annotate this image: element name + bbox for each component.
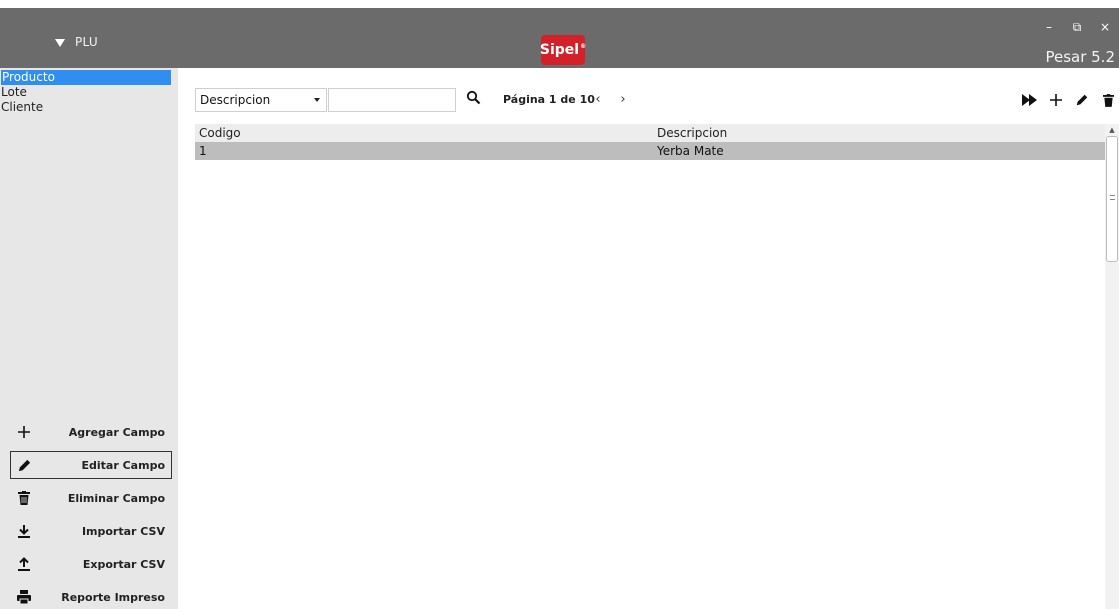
search-field-value: Descripcion [200, 93, 271, 107]
column-header-codigo[interactable]: Codigo [195, 124, 653, 142]
action-list: Agregar Campo Editar Campo Eliminar Camp… [10, 418, 172, 609]
export-csv-label: Exportar CSV [82, 557, 165, 571]
print-report-label: Reporte Impreso [61, 590, 165, 604]
sidebar-item-cliente[interactable]: Cliente [0, 100, 178, 115]
pencil-icon [15, 456, 33, 474]
sidebar-item-lote[interactable]: Lote [0, 85, 178, 100]
search-input[interactable] [328, 88, 456, 112]
printer-icon [15, 588, 33, 606]
edit-record-icon[interactable] [1074, 91, 1090, 109]
import-csv-button[interactable]: Importar CSV [10, 517, 172, 545]
delete-field-button[interactable]: Eliminar Campo [10, 484, 172, 512]
import-csv-label: Importar CSV [81, 524, 165, 538]
plus-icon [15, 423, 33, 441]
window-controls: – ⧉ × [1035, 18, 1119, 36]
chevron-down-icon [314, 98, 320, 102]
cell-codigo: 1 [199, 144, 207, 158]
download-icon [15, 522, 33, 540]
cell-descripcion: Yerba Mate [657, 144, 724, 158]
app-window: PLU Sipel ® – ⧉ × Pesar 5.2 Producto Lote… [0, 0, 1119, 609]
sipel-logo: Sipel ® [539, 35, 587, 65]
table-header: Codigo Descripcion [195, 124, 1105, 142]
minimize-button[interactable]: – [1035, 18, 1063, 36]
add-record-icon[interactable] [1048, 91, 1064, 109]
next-page-button[interactable]: › [617, 91, 629, 107]
delete-record-icon[interactable] [1100, 91, 1116, 109]
search-field-select[interactable]: Descripcion [195, 88, 327, 112]
title-bar: PLU Sipel ® – ⧉ × Pesar 5.2 [0, 0, 1119, 68]
records-table: Codigo Descripcion 1 Yerba Mate [195, 124, 1105, 160]
delete-field-label: Eliminar Campo [67, 491, 165, 505]
triangle-down-icon [55, 39, 65, 47]
module-label: PLU [75, 35, 99, 49]
pagination-label: Página 1 de 10 [503, 93, 595, 106]
record-toolbar [1022, 91, 1116, 109]
app-version: Pesar 5.2 [1045, 48, 1115, 66]
logo-text: Sipel [539, 42, 580, 58]
sidebar: Producto Lote Cliente Agregar Campo Edit… [0, 68, 178, 609]
logo-mark: ® [580, 42, 587, 50]
scroll-up-icon[interactable]: ▲ [1105, 124, 1119, 136]
add-field-button[interactable]: Agregar Campo [10, 418, 172, 446]
module-menu-toggle[interactable]: PLU [55, 32, 98, 52]
edit-field-label: Editar Campo [81, 458, 165, 472]
search-icon[interactable] [466, 90, 482, 106]
grip-icon [1110, 195, 1115, 200]
table-row[interactable]: 1 Yerba Mate [195, 142, 1105, 160]
print-report-button[interactable]: Reporte Impreso [10, 583, 172, 609]
nav-list: Producto Lote Cliente [0, 68, 178, 115]
scrollbar-thumb[interactable] [1106, 136, 1118, 262]
column-header-descripcion[interactable]: Descripcion [653, 124, 1105, 142]
add-field-label: Agregar Campo [68, 425, 165, 439]
sidebar-item-producto[interactable]: Producto [1, 70, 171, 85]
fast-forward-icon[interactable] [1022, 91, 1038, 109]
upload-icon [15, 555, 33, 573]
trash-icon [15, 489, 33, 507]
export-csv-button[interactable]: Exportar CSV [10, 550, 172, 578]
edit-field-button[interactable]: Editar Campo [10, 451, 172, 479]
vertical-scrollbar[interactable]: ▲ [1105, 124, 1119, 609]
restore-button[interactable]: ⧉ [1063, 18, 1091, 36]
close-button[interactable]: × [1091, 18, 1119, 36]
prev-page-button[interactable]: ‹ [592, 91, 604, 107]
